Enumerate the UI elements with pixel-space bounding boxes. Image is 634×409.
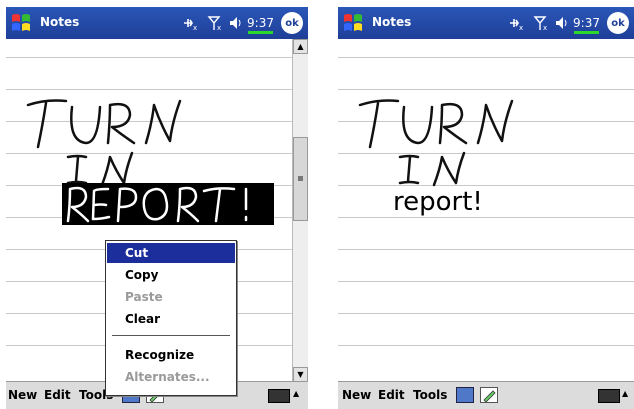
screen-right: Notes x x 9:37 ok report! New Edit Tools…: [338, 7, 634, 409]
pen-icon[interactable]: [480, 387, 498, 403]
context-menu: Cut Copy Paste Clear Recognize Alternate…: [105, 240, 237, 396]
svg-text:x: x: [217, 24, 221, 31]
menu-separator: [112, 335, 230, 336]
battery-indicator: [248, 31, 273, 34]
app-title: Notes: [372, 15, 412, 29]
scroll-up-arrow-icon[interactable]: ▲: [293, 39, 308, 54]
connectivity-icon[interactable]: x: [182, 15, 202, 31]
scrollbar[interactable]: ▲ ▼: [292, 39, 308, 382]
svg-text:x: x: [519, 24, 523, 31]
menu-tools[interactable]: Tools: [413, 388, 447, 402]
notes-page[interactable]: report!: [338, 39, 634, 382]
recording-icon[interactable]: [456, 387, 474, 403]
title-bar: Notes x x 9:37 ok: [338, 7, 634, 39]
title-bar: Notes x x 9:37 ok: [6, 7, 308, 39]
menu-edit[interactable]: Edit: [378, 388, 405, 402]
ok-button[interactable]: ok: [607, 12, 629, 34]
keyboard-icon[interactable]: [268, 389, 290, 403]
app-title: Notes: [40, 15, 80, 29]
signal-icon[interactable]: x: [207, 15, 223, 31]
input-panel-arrow-icon[interactable]: ▲: [622, 389, 628, 398]
status-icons: x x 9:37: [182, 12, 274, 34]
menu-item-alternates: Alternates...: [125, 370, 210, 384]
clock[interactable]: 9:37: [573, 16, 600, 34]
input-panel-arrow-icon[interactable]: ▲: [293, 389, 299, 398]
start-menu-icon[interactable]: [341, 11, 367, 35]
screen-left: Notes x x 9:37 ok ▲ ▼ New Edit Tools ▲ C…: [6, 7, 308, 409]
signal-icon[interactable]: x: [533, 15, 549, 31]
connectivity-icon[interactable]: x: [508, 15, 528, 31]
scroll-thumb[interactable]: [293, 137, 308, 221]
scroll-down-arrow-icon[interactable]: ▼: [293, 367, 308, 382]
clock[interactable]: 9:37: [247, 16, 274, 34]
volume-icon[interactable]: [554, 15, 568, 31]
menu-item-recognize[interactable]: Recognize: [107, 345, 235, 365]
menu-item-copy[interactable]: Copy: [107, 265, 235, 285]
menu-item-cut[interactable]: Cut: [107, 243, 235, 263]
recognized-text[interactable]: report!: [393, 187, 483, 217]
keyboard-icon[interactable]: [598, 389, 620, 403]
status-icons: x x 9:37: [508, 12, 600, 34]
svg-text:x: x: [193, 24, 197, 31]
grip-icon: [298, 176, 303, 181]
menu-new[interactable]: New: [8, 388, 37, 402]
ok-button[interactable]: ok: [281, 12, 303, 34]
start-menu-icon[interactable]: [9, 11, 35, 35]
svg-text:x: x: [543, 24, 547, 31]
menu-bar: New Edit Tools ▲: [338, 381, 634, 409]
battery-indicator: [574, 31, 599, 34]
menu-item-clear[interactable]: Clear: [107, 309, 235, 329]
volume-icon[interactable]: [228, 15, 242, 31]
menu-edit[interactable]: Edit: [44, 388, 71, 402]
menu-item-paste: Paste: [125, 290, 163, 304]
menu-new[interactable]: New: [342, 388, 371, 402]
